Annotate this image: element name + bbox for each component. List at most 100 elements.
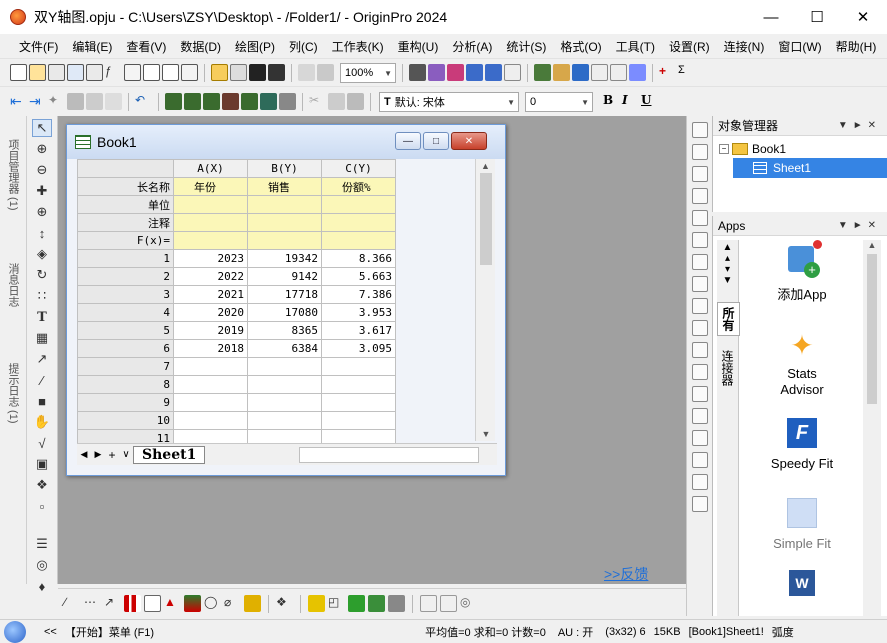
font-size-select[interactable]: 0 ▼ (525, 91, 593, 112)
long-name-cell[interactable]: 销售 (247, 177, 322, 196)
app-simple-fit[interactable]: Simple Fit (741, 490, 863, 570)
crosshair-icon[interactable]: ✚ (32, 182, 52, 200)
menu-item[interactable]: 列(C) (282, 38, 325, 55)
worksheet-icon[interactable] (165, 93, 182, 110)
sheet-tab-sheet1[interactable]: Sheet1 (133, 445, 206, 464)
heatmap-plot-icon[interactable] (348, 595, 365, 612)
menu-item[interactable]: 分析(A) (445, 38, 499, 55)
code-builder-icon[interactable] (534, 64, 551, 81)
notes-icon[interactable] (143, 64, 160, 81)
book-restore-button[interactable]: □ (423, 132, 449, 150)
region-mask-icon[interactable]: ◈ (32, 245, 52, 263)
copy-icon[interactable] (328, 93, 345, 110)
data-cell[interactable] (247, 393, 322, 412)
bold-button[interactable]: B (603, 93, 620, 110)
tab-messages-log[interactable]: 消息日志 (2, 240, 24, 330)
maximize-button[interactable]: ☐ (794, 0, 840, 34)
surface-plot-icon[interactable] (308, 595, 325, 612)
filter-icon[interactable] (260, 93, 277, 110)
merge-icon[interactable] (105, 93, 122, 110)
menu-item[interactable]: 连接(N) (717, 38, 772, 55)
export-icon[interactable] (428, 64, 445, 81)
data-cell[interactable]: 8365 (247, 321, 322, 340)
data-cell[interactable]: 3.095 (321, 339, 396, 358)
vertical-scrollbar[interactable]: ▲ ▼ (475, 159, 495, 441)
data-cell[interactable] (173, 411, 248, 430)
font-name-select[interactable]: T 默认: 宋体 ▼ (379, 91, 519, 112)
function-icon[interactable]: ƒ (105, 64, 122, 81)
screen-reader-icon[interactable]: ⊕ (32, 203, 52, 221)
cut-icon[interactable]: ✂ (309, 93, 326, 110)
app-stats-advisor[interactable]: ✦ Stats Advisor (741, 324, 863, 410)
add-column-icon[interactable]: + (659, 64, 676, 81)
hand-tool-icon[interactable]: ✋ (32, 413, 52, 431)
object-tree[interactable]: − Book1 Sheet1 (713, 136, 887, 178)
pointer-icon[interactable]: ↖ (32, 119, 52, 137)
menu-item[interactable]: 文件(F) (12, 38, 65, 55)
refresh-icon[interactable] (298, 64, 315, 81)
units-cell[interactable] (321, 195, 396, 214)
scroll-down-small-icon[interactable]: ▾ (717, 264, 738, 275)
column-plot-icon[interactable] (124, 595, 141, 612)
menu-item[interactable]: 工具(T) (609, 38, 662, 55)
matrix-icon[interactable] (184, 93, 201, 110)
italic-button[interactable]: I (622, 93, 639, 110)
copy-page-icon[interactable] (447, 64, 464, 81)
ternary-plot-icon[interactable] (368, 595, 385, 612)
app-word-export[interactable]: W (741, 570, 863, 610)
underline-button[interactable]: U (641, 93, 658, 110)
row-number[interactable]: 1 (77, 249, 174, 268)
gear-icon[interactable] (691, 232, 708, 248)
menu-item[interactable]: 绘图(P) (228, 38, 282, 55)
split-icon[interactable] (691, 452, 708, 468)
save-icon[interactable] (249, 64, 266, 81)
excel-icon[interactable] (162, 64, 179, 81)
row-number[interactable]: 3 (77, 285, 174, 304)
data-reader-icon[interactable]: ✦ (48, 93, 65, 110)
data-cell[interactable]: 3.617 (321, 321, 396, 340)
data-cell[interactable]: 2020 (173, 303, 248, 322)
menu-item[interactable]: 格式(O) (553, 38, 608, 55)
tree-item-sheet[interactable]: Sheet1 (733, 158, 887, 178)
new-matrix-icon[interactable] (86, 64, 103, 81)
row-number[interactable]: 8 (77, 375, 174, 394)
matrix-view-icon[interactable] (691, 276, 708, 292)
tab-connectors[interactable]: 连接器 (717, 346, 738, 390)
equation-tool-icon[interactable]: √ (32, 434, 52, 452)
scatter-points-icon[interactable]: ∷ (32, 287, 52, 305)
pivot-icon[interactable] (203, 93, 220, 110)
rectangle-tool-icon[interactable]: ■ (32, 392, 52, 410)
undo-icon[interactable]: ↶ (135, 93, 152, 110)
row-number[interactable]: 2 (77, 267, 174, 286)
frame-icon[interactable] (691, 320, 708, 336)
group-icon[interactable] (691, 430, 708, 446)
comments-cell[interactable] (247, 213, 322, 232)
apps-scrollbar[interactable]: ▲ (863, 240, 881, 616)
comments-cell[interactable] (321, 213, 396, 232)
status-start-menu[interactable]: 【开始】菜单 (F1) (65, 624, 154, 640)
data-cell[interactable] (321, 411, 396, 430)
column-header[interactable]: A(X) (173, 159, 248, 178)
area-plot-icon[interactable] (184, 595, 201, 612)
merge-graph-icon[interactable] (440, 595, 457, 612)
border-icon[interactable] (691, 364, 708, 380)
zoom-select[interactable]: 100% ▼ (340, 62, 396, 83)
target-tool-icon[interactable]: ◎ (32, 556, 52, 574)
scroll-up-icon[interactable]: ▲ (476, 161, 495, 171)
status-au[interactable]: AU : 开 (558, 624, 593, 640)
data-cell[interactable]: 8.366 (321, 249, 396, 268)
apps-scroll-thumb[interactable] (867, 254, 877, 404)
cluster-icon[interactable] (691, 474, 708, 490)
sheet-list-icon[interactable]: ∨ (119, 449, 133, 460)
feedback-link[interactable]: >>反馈 (604, 564, 648, 584)
data-cell[interactable]: 2023 (173, 249, 248, 268)
fx-cell[interactable] (173, 231, 248, 250)
add-sheet-icon[interactable]: + (105, 448, 119, 462)
vector-plot-icon[interactable]: ⌀ (224, 595, 241, 612)
export-view-icon[interactable] (691, 496, 708, 512)
new-note-icon[interactable] (610, 64, 627, 81)
column-header[interactable]: B(Y) (247, 159, 322, 178)
minimize-button[interactable]: — (748, 0, 794, 34)
duplicate-icon[interactable] (317, 64, 334, 81)
data-cell[interactable]: 2019 (173, 321, 248, 340)
